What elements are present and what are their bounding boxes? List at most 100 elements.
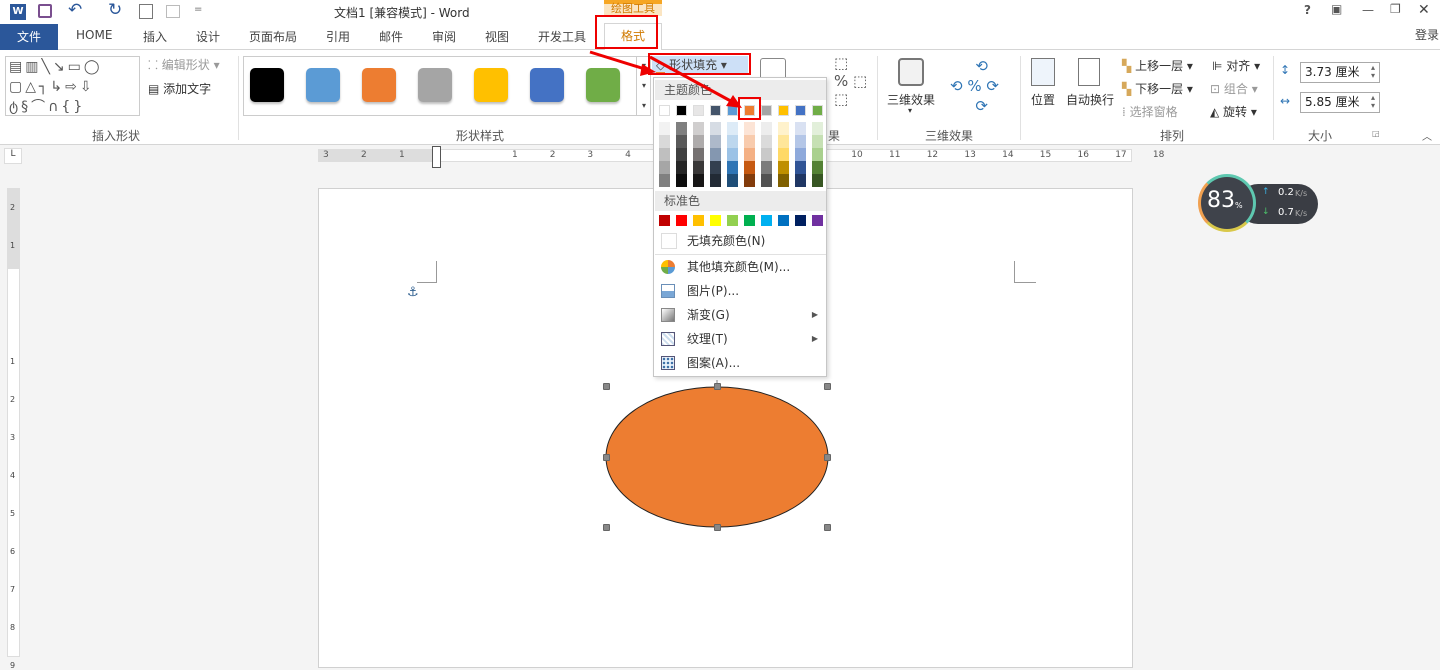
theme-shade-swatch[interactable] [812, 135, 823, 148]
tab-file[interactable]: 文件 [0, 24, 58, 50]
theme-shade-swatch[interactable] [727, 122, 738, 135]
theme-shade-swatch[interactable] [676, 161, 687, 174]
theme-shade-swatch[interactable] [693, 174, 704, 187]
add-text-button[interactable]: ▤ 添加文字 [148, 80, 211, 97]
theme-shade-swatch[interactable] [710, 135, 721, 148]
wrap-text-button[interactable]: 自动换行 [1066, 91, 1114, 108]
standard-color-swatch[interactable] [676, 215, 687, 226]
selection-pane-button[interactable]: ⁞ 选择窗格 [1122, 103, 1178, 120]
group-button[interactable]: ⊡ 组合 ▾ [1210, 80, 1258, 97]
theme-shade-swatch[interactable] [693, 135, 704, 148]
theme-shade-swatch[interactable] [659, 161, 670, 174]
position-icon[interactable] [1031, 58, 1055, 86]
theme-shade-swatch[interactable] [693, 161, 704, 174]
wrap-text-icon[interactable] [1078, 58, 1100, 86]
print-preview-icon[interactable] [166, 5, 180, 18]
standard-color-swatch[interactable] [744, 215, 755, 226]
theme-shade-swatch[interactable] [761, 161, 772, 174]
edit-shape-button[interactable]: ⸬ 编辑形状 ▾ [148, 56, 220, 73]
theme-shade-swatch[interactable] [676, 122, 687, 135]
theme-shade-swatch[interactable] [795, 148, 806, 161]
theme-color-swatch[interactable] [710, 105, 721, 116]
ellipse-shape[interactable] [605, 386, 829, 528]
theme-shade-swatch[interactable] [744, 135, 755, 148]
theme-shade-swatch[interactable] [659, 122, 670, 135]
standard-color-swatch[interactable] [710, 215, 721, 226]
send-backward-button[interactable]: ▚ 下移一层 ▾ [1122, 80, 1193, 97]
theme-shade-swatch[interactable] [744, 161, 755, 174]
theme-shade-swatch[interactable] [659, 135, 670, 148]
resize-handle[interactable] [824, 383, 831, 390]
theme-shade-swatch[interactable] [693, 122, 704, 135]
size-dialog-launcher-icon[interactable]: ◲ [1372, 129, 1380, 138]
gradient-item[interactable]: 渐变(G) ▶ [655, 304, 826, 326]
3d-effects-icon[interactable] [898, 58, 924, 86]
resize-handle[interactable] [824, 454, 831, 461]
theme-color-swatch[interactable] [761, 105, 772, 116]
tab-review[interactable]: 审阅 [432, 28, 456, 45]
theme-shade-swatch[interactable] [744, 174, 755, 187]
theme-shade-swatch[interactable] [727, 135, 738, 148]
rotate-button[interactable]: ◭ 旋转 ▾ [1210, 103, 1257, 120]
theme-shade-swatch[interactable] [761, 174, 772, 187]
theme-shade-swatch[interactable] [778, 122, 789, 135]
restore-button[interactable]: ❐ [1390, 2, 1401, 16]
theme-shade-swatch[interactable] [710, 174, 721, 187]
theme-shade-swatch[interactable] [710, 161, 721, 174]
customize-qat-button[interactable]: = [194, 4, 202, 15]
picture-item[interactable]: 图片(P)... [655, 280, 826, 302]
style-swatch[interactable] [250, 68, 284, 102]
resize-handle[interactable] [603, 454, 610, 461]
3d-dropdown-icon[interactable]: ▾ [908, 106, 912, 115]
theme-shade-swatch[interactable] [693, 148, 704, 161]
theme-shade-swatch[interactable] [778, 174, 789, 187]
style-swatch[interactable] [418, 68, 452, 102]
no-fill-item[interactable]: 无填充颜色(N) [655, 230, 826, 252]
theme-shade-swatch[interactable] [761, 135, 772, 148]
align-button[interactable]: ⊫ 对齐 ▾ [1212, 57, 1260, 74]
more-fill-colors-item[interactable]: 其他填充颜色(M)... [655, 256, 826, 278]
style-swatch[interactable] [362, 68, 396, 102]
login-link[interactable]: 登录 [1415, 26, 1439, 43]
standard-color-swatch[interactable] [727, 215, 738, 226]
theme-shade-swatch[interactable] [761, 148, 772, 161]
shape-height-input[interactable]: 3.73 厘米 ▴ ▾ [1300, 62, 1380, 83]
touch-mode-icon[interactable] [139, 4, 153, 19]
network-speed-widget[interactable]: 83 % ↑ 0.2 K/s ↓ 0.7 K/s [1198, 174, 1318, 234]
theme-shade-swatch[interactable] [778, 161, 789, 174]
shape-width-input[interactable]: 5.85 厘米 ▴ ▾ [1300, 92, 1380, 113]
tab-developer[interactable]: 开发工具 [538, 28, 586, 45]
tab-mailings[interactable]: 邮件 [379, 28, 403, 45]
theme-color-swatch[interactable] [693, 105, 704, 116]
style-swatch[interactable] [530, 68, 564, 102]
ribbon-display-button[interactable]: ▣ [1331, 2, 1342, 16]
spinner-icon[interactable]: ▴ ▾ [1371, 94, 1375, 110]
theme-shade-swatch[interactable] [727, 174, 738, 187]
resize-handle[interactable] [714, 524, 721, 531]
theme-shade-swatch[interactable] [676, 148, 687, 161]
tab-references[interactable]: 引用 [326, 28, 350, 45]
resize-handle[interactable] [603, 524, 610, 531]
collapse-ribbon-icon[interactable]: ︿ [1422, 128, 1432, 143]
ruler-tab-selector[interactable]: L [4, 148, 22, 164]
theme-shade-swatch[interactable] [761, 122, 772, 135]
pattern-item[interactable]: 图案(A)... [655, 352, 826, 374]
indent-marker-icon[interactable] [432, 146, 441, 168]
theme-shade-swatch[interactable] [676, 135, 687, 148]
theme-shade-swatch[interactable] [744, 148, 755, 161]
theme-color-swatch[interactable] [812, 105, 823, 116]
theme-shade-swatch[interactable] [795, 122, 806, 135]
minimize-button[interactable]: — [1362, 3, 1374, 17]
standard-color-swatch[interactable] [778, 215, 789, 226]
tab-design[interactable]: 设计 [196, 28, 220, 45]
theme-shade-swatch[interactable] [727, 161, 738, 174]
theme-shade-swatch[interactable] [778, 135, 789, 148]
style-swatch[interactable] [474, 68, 508, 102]
theme-color-swatch[interactable] [676, 105, 687, 116]
texture-item[interactable]: 纹理(T) ▶ [655, 328, 826, 350]
theme-shade-swatch[interactable] [744, 122, 755, 135]
spinner-icon[interactable]: ▴ ▾ [1371, 64, 1375, 80]
standard-color-swatch[interactable] [795, 215, 806, 226]
theme-shade-swatch[interactable] [676, 174, 687, 187]
theme-shade-swatch[interactable] [727, 148, 738, 161]
